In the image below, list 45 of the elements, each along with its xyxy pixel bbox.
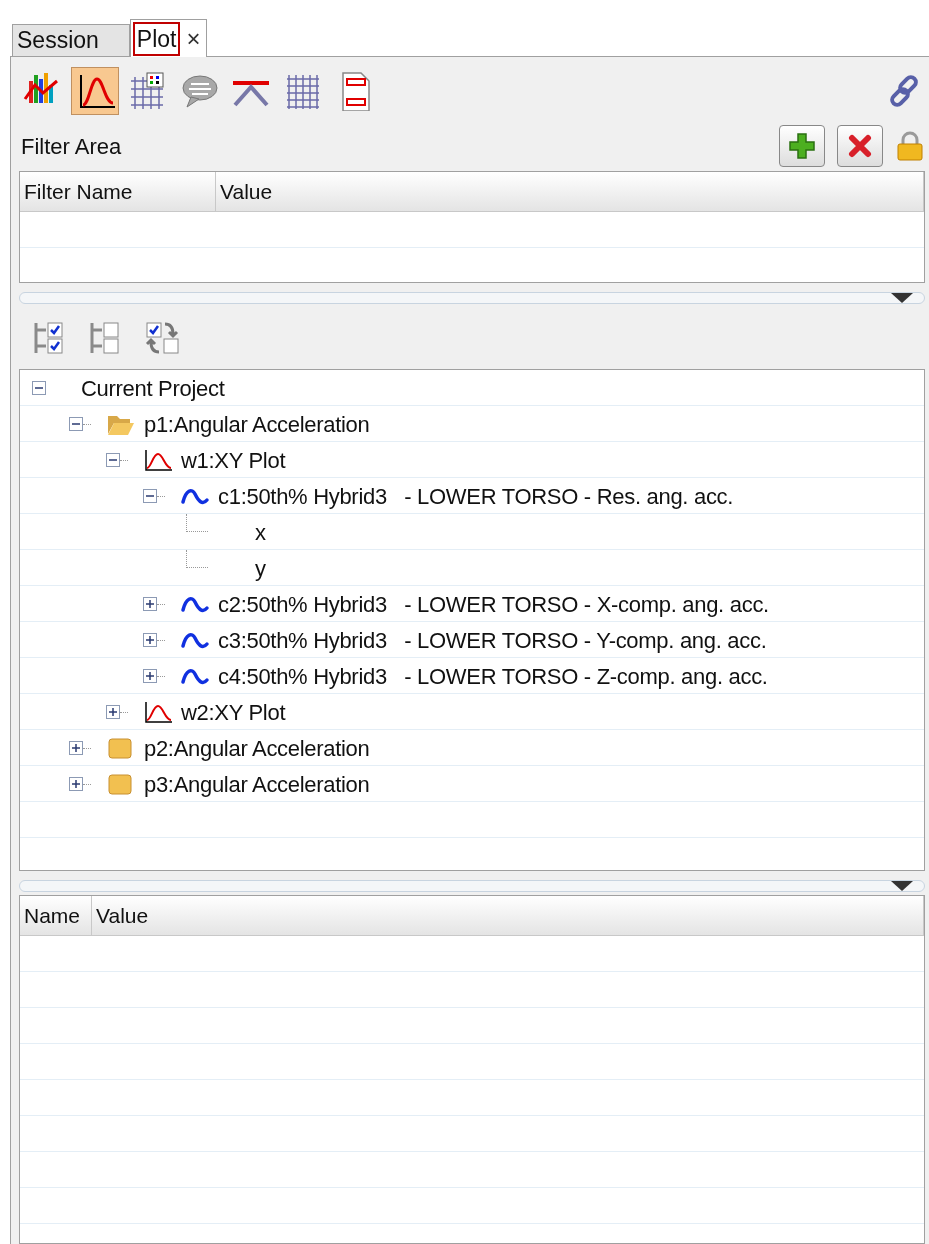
tab[interactable]: Session	[12, 24, 130, 56]
dropdown-arrow-icon[interactable]	[891, 293, 913, 303]
tree-item[interactable]: w2:XY Plot	[181, 695, 286, 729]
collapse-icon[interactable]	[143, 489, 157, 503]
link-icon[interactable]	[887, 74, 921, 108]
expand-icon[interactable]	[106, 705, 120, 719]
tree-item[interactable]: c1:50th% Hybrid3 - LOWER TORSO - Res. ang. acc.	[218, 479, 734, 513]
tree-item[interactable]: y	[255, 551, 266, 585]
folder-icon	[106, 736, 134, 760]
close-icon	[848, 134, 872, 158]
plot-icon	[143, 448, 173, 472]
column-header[interactable]: Value	[92, 896, 924, 935]
add-button[interactable]	[779, 125, 825, 167]
expand-icon[interactable]	[143, 669, 157, 683]
folder-icon	[106, 772, 134, 796]
expand-icon[interactable]	[143, 633, 157, 647]
invert-check-icon[interactable]	[145, 320, 181, 356]
expand-icon[interactable]	[69, 777, 83, 791]
tree-item[interactable]: p3:Angular Acceleration	[144, 767, 370, 801]
collapse-icon[interactable]	[106, 453, 120, 467]
tree-item[interactable]: w1:XY Plot	[181, 443, 286, 477]
section-title: Filter Area	[20, 132, 122, 161]
tree-item[interactable]: c4:50th% Hybrid3 - LOWER TORSO - Z-comp. ang. acc.	[218, 659, 768, 693]
delete-button[interactable]	[837, 125, 883, 167]
column-header[interactable]: Value	[216, 172, 924, 211]
dropdown-arrow-icon[interactable]	[891, 881, 913, 891]
expand-icon[interactable]	[69, 741, 83, 755]
tree-item[interactable]: c3:50th% Hybrid3 - LOWER TORSO - Y-comp. ang. acc.	[218, 623, 767, 657]
collapse-icon[interactable]	[32, 381, 46, 395]
column-header[interactable]: Filter Name	[20, 172, 216, 211]
tree-item[interactable]: p1:Angular Acceleration	[144, 407, 370, 441]
expand-icon[interactable]	[143, 597, 157, 611]
splitter-handle[interactable]	[19, 292, 925, 304]
column-header[interactable]: Name	[20, 896, 92, 935]
plus-icon	[788, 132, 816, 160]
tab[interactable]: Plot ×	[129, 19, 208, 57]
tree-item[interactable]: Current Project	[81, 371, 225, 405]
splitter-handle[interactable]	[19, 880, 925, 892]
toolbar-button[interactable]	[71, 67, 119, 115]
plot-icon	[143, 700, 173, 724]
tree-item[interactable]: c2:50th% Hybrid3 - LOWER TORSO - X-comp. ang. acc.	[218, 587, 769, 621]
close-tab-button[interactable]: ×	[186, 20, 201, 57]
collapse-icon[interactable]	[69, 417, 83, 431]
tree-item[interactable]: p2:Angular Acceleration	[144, 731, 370, 765]
tree-item[interactable]: x	[255, 515, 266, 549]
